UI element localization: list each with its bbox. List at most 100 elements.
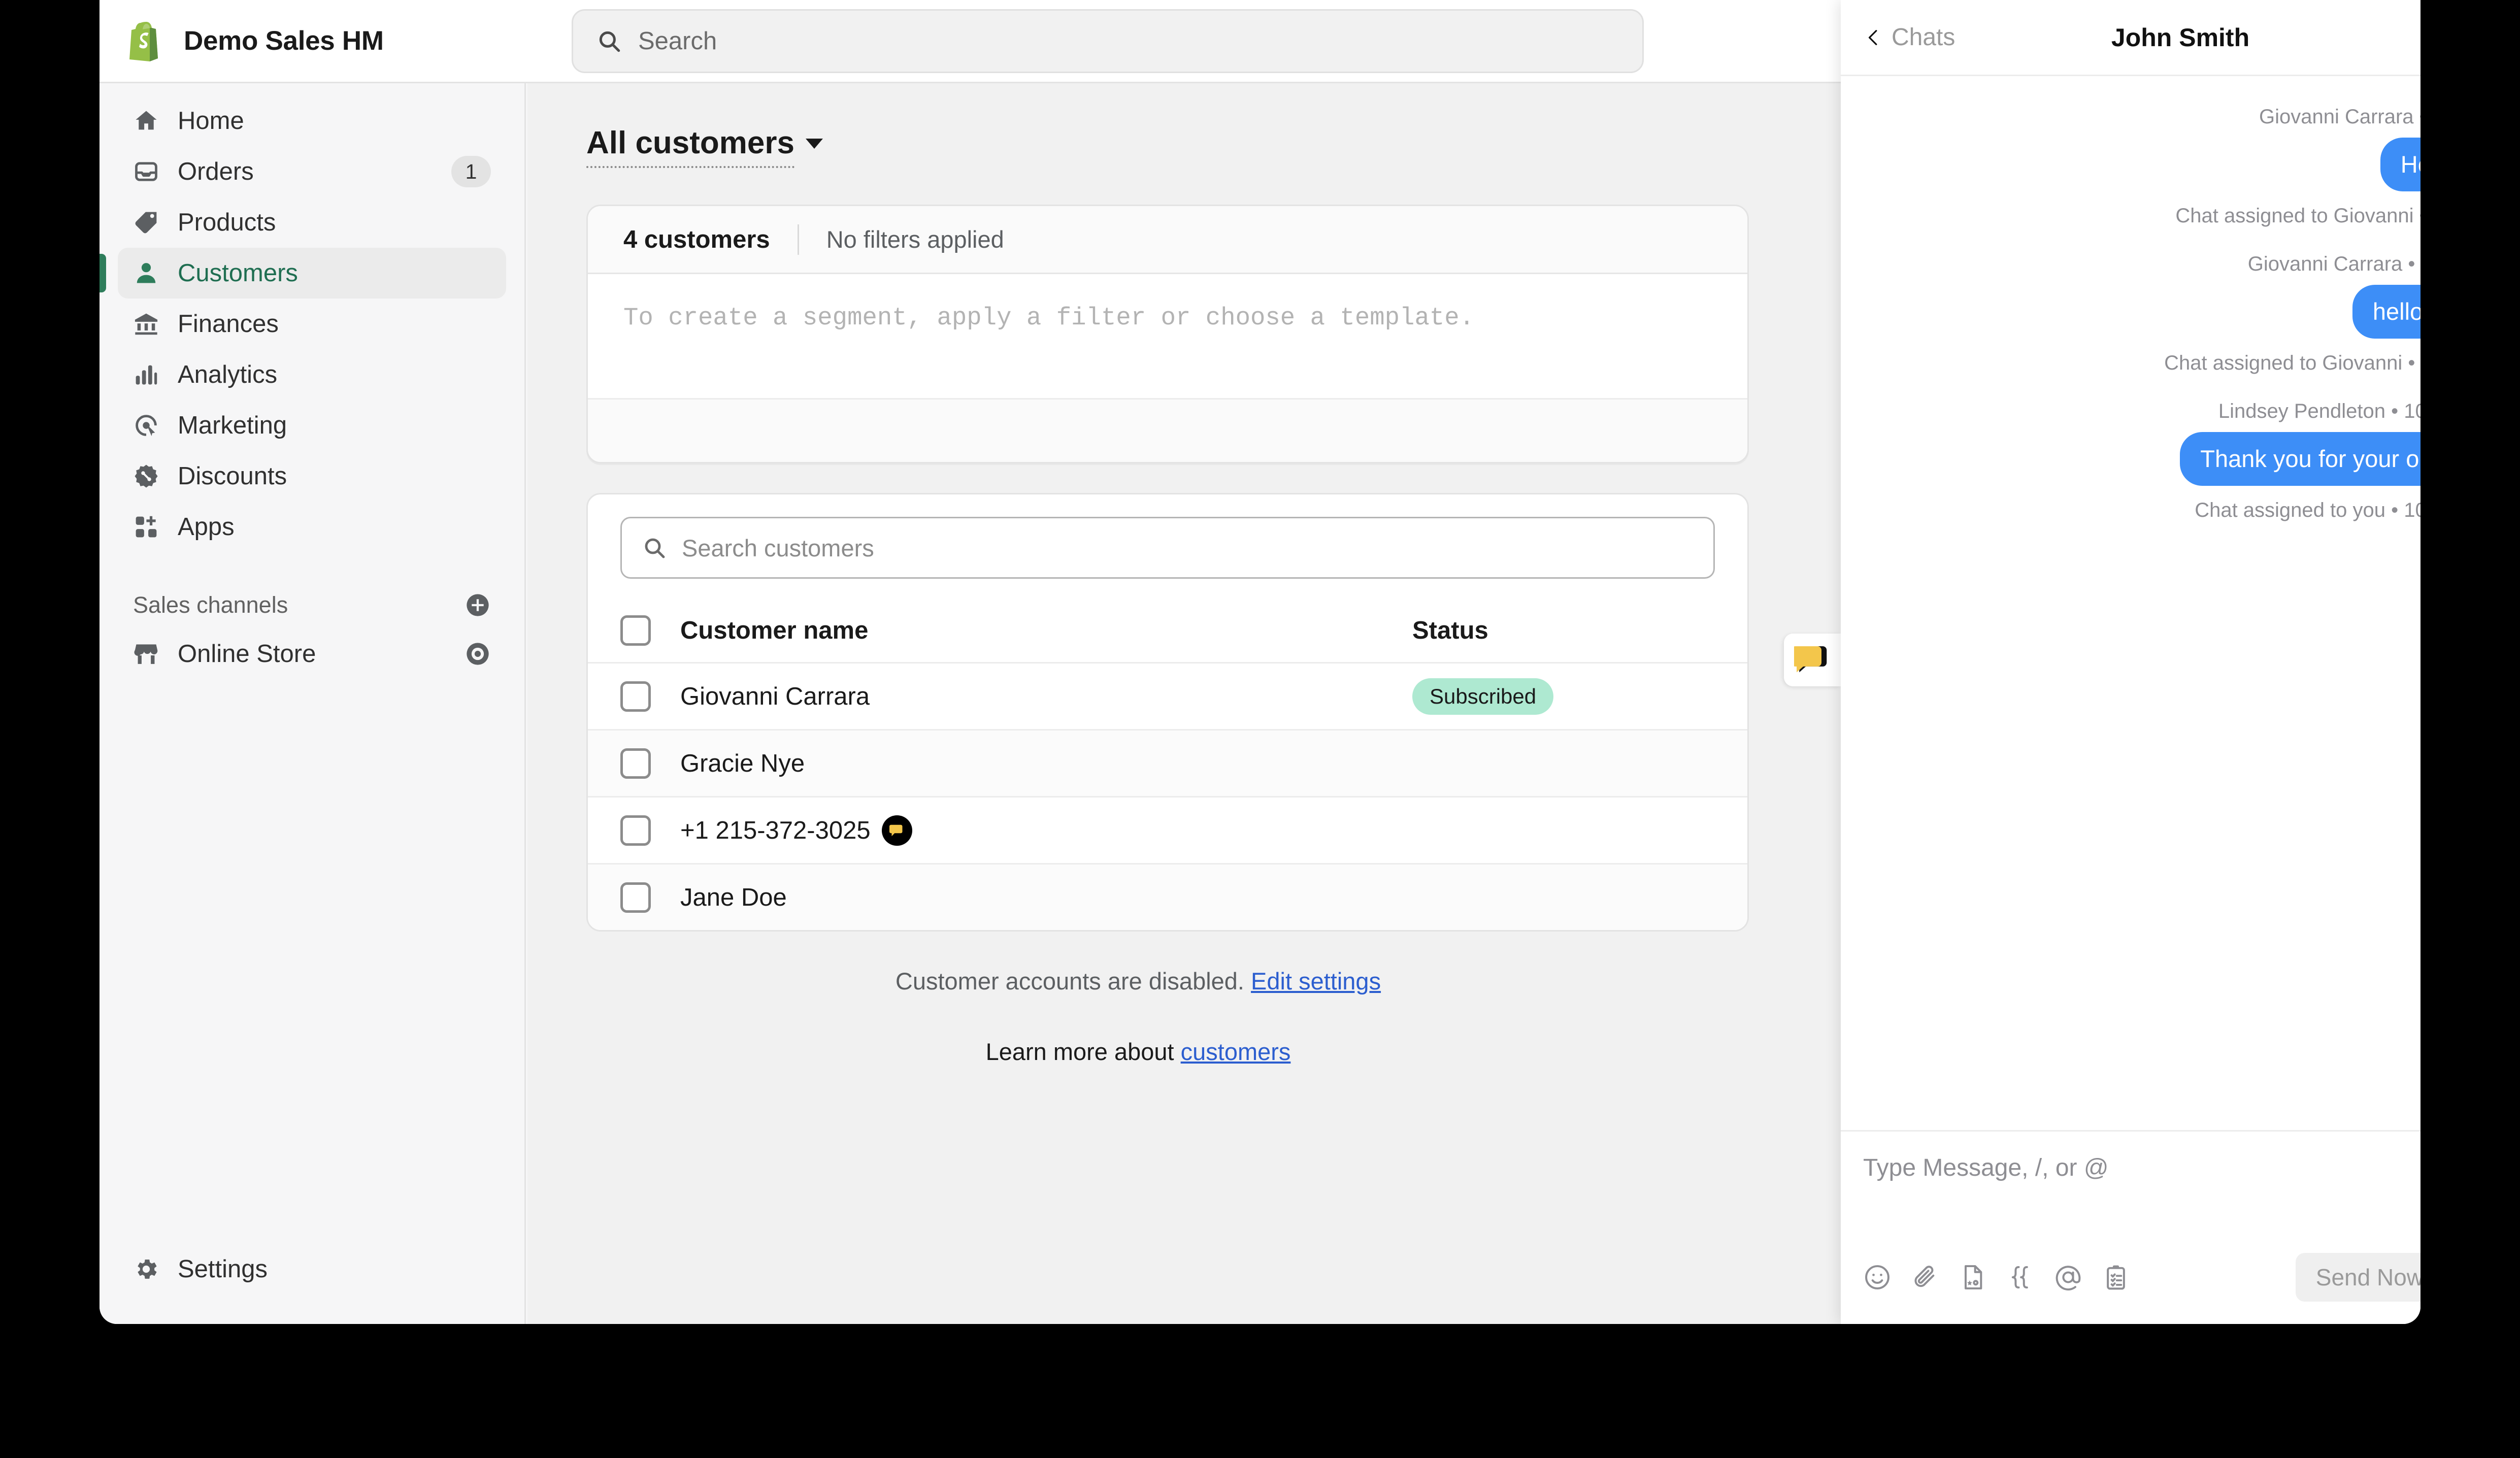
person-icon <box>133 260 159 286</box>
cell-customer-name[interactable]: Gracie Nye <box>651 749 1412 778</box>
search-icon <box>642 536 667 560</box>
chat-bubble-icon[interactable] <box>881 815 912 846</box>
orders-inbox-icon <box>133 158 159 185</box>
header-divider <box>797 224 799 255</box>
sidebar-item-label: Home <box>178 107 244 135</box>
sidebar-item-home[interactable]: Home <box>118 95 506 146</box>
storefront-icon <box>133 641 159 667</box>
chevron-down-icon[interactable] <box>806 138 823 149</box>
message-meta: Giovanni Carrara • 3/2/22 <box>2259 106 2420 128</box>
paperclip-icon[interactable] <box>1911 1263 1939 1291</box>
message-meta: Giovanni Carrara • 4/19/22 <box>2247 253 2420 276</box>
app-window: Demo Sales HM Search Home Orders 1 Produ… <box>100 0 2420 1324</box>
brand-name: Demo Sales HM <box>184 26 384 56</box>
chat-message: Giovanni Carrara • 4/19/22 hello Jon <box>1872 253 2420 339</box>
message-meta: Lindsey Pendleton • 10:10 am <box>2218 400 2420 423</box>
search-customers-placeholder: Search customers <box>682 534 874 561</box>
more-horizontal-icon[interactable] <box>2330 34 2420 41</box>
plus-circle-icon[interactable] <box>465 592 491 618</box>
table-search-wrap: Search customers <box>588 494 1747 599</box>
customer-accounts-note-text: Customer accounts are disabled. <box>895 968 1244 995</box>
chat-header: Chats John Smith <box>1841 0 2420 76</box>
shopify-bag-icon <box>127 20 164 62</box>
brand[interactable]: Demo Sales HM <box>100 20 556 62</box>
tag-icon <box>133 209 159 236</box>
sidebar-item-analytics[interactable]: Analytics <box>118 349 506 400</box>
segment-editor-placeholder: To create a segment, apply a filter or c… <box>623 304 1475 332</box>
table-row[interactable]: Jane Doe <box>588 863 1747 930</box>
cell-customer-name[interactable]: Jane Doe <box>651 883 1412 912</box>
percent-badge-icon <box>133 463 159 489</box>
eye-icon[interactable] <box>465 641 491 667</box>
survey-clipboard-icon[interactable] <box>2102 1263 2130 1291</box>
segment-card: 4 customers No filters applied To create… <box>586 205 1749 463</box>
row-checkbox[interactable] <box>620 815 651 846</box>
table-row[interactable]: Gracie Nye <box>588 729 1747 796</box>
sidebar-item-apps[interactable]: Apps <box>118 502 506 552</box>
target-cursor-icon <box>133 412 159 439</box>
sidebar-item-finances[interactable]: Finances <box>118 299 506 349</box>
sidebar-item-customers[interactable]: Customers <box>100 248 506 299</box>
sidebar-item-label: Apps <box>178 513 235 541</box>
apps-grid-plus-icon <box>133 514 159 540</box>
sidebar: Home Orders 1 Products Customers Finance… <box>100 83 526 1324</box>
customer-accounts-note: Customer accounts are disabled. Edit set… <box>527 967 1749 995</box>
row-checkbox[interactable] <box>620 882 651 913</box>
global-search-input[interactable]: Search <box>572 9 1644 73</box>
customers-doc-link[interactable]: customers <box>1181 1038 1291 1065</box>
status-badge: Subscribed <box>1412 678 1554 715</box>
chat-system-event: Chat assigned to Giovanni • 3/2/22 <box>2175 205 2420 227</box>
curly-braces-icon[interactable] <box>2006 1263 2035 1291</box>
row-checkbox[interactable] <box>620 681 651 712</box>
table-header-row: Customer name Status <box>588 599 1747 662</box>
message-bubble: Thank you for your order! <box>2180 432 2420 486</box>
home-icon <box>133 108 159 134</box>
at-mention-icon[interactable] <box>2054 1263 2082 1291</box>
segment-query-editor[interactable]: To create a segment, apply a filter or c… <box>588 274 1747 398</box>
message-input-placeholder[interactable]: Type Message, /, or @ <box>1863 1152 2109 1182</box>
column-header-status: Status <box>1412 617 1488 644</box>
emoji-icon[interactable] <box>1863 1263 1892 1291</box>
sidebar-nav: Home Orders 1 Products Customers Finance… <box>100 83 524 552</box>
row-checkbox[interactable] <box>620 748 651 779</box>
sidebar-item-label: Settings <box>178 1255 268 1283</box>
sidebar-item-marketing[interactable]: Marketing <box>118 400 506 451</box>
table-row[interactable]: +1 215-372-3025 <box>588 796 1747 863</box>
sidebar-item-products[interactable]: Products <box>118 197 506 248</box>
template-file-icon[interactable] <box>1959 1263 1987 1291</box>
chat-composer: Type Message, /, or @ 0 0 msg <box>1841 1130 2420 1324</box>
edit-settings-link[interactable]: Edit settings <box>1251 968 1381 995</box>
sidebar-item-orders[interactable]: Orders 1 <box>118 146 506 197</box>
sales-channels-title: Sales channels <box>133 592 288 618</box>
chat-message: Lindsey Pendleton • 10:10 am Thank you f… <box>1872 400 2420 486</box>
sidebar-item-label: Orders <box>178 158 254 185</box>
segment-card-header: 4 customers No filters applied <box>588 206 1747 274</box>
sidebar-item-online-store[interactable]: Online Store <box>118 628 506 679</box>
customer-count: 4 customers <box>623 225 770 253</box>
bank-icon <box>133 311 159 337</box>
customer-name-text: Giovanni Carrara <box>680 682 870 710</box>
filters-applied-label: No filters applied <box>826 226 1004 253</box>
page-title: All customers <box>586 125 795 168</box>
sidebar-item-label: Customers <box>178 259 298 287</box>
cell-customer-name[interactable]: +1 215-372-3025 <box>651 815 1412 846</box>
cell-customer-name[interactable]: Giovanni Carrara <box>651 682 1412 711</box>
back-to-chats-button[interactable]: Chats <box>1863 23 2031 51</box>
search-customers-input[interactable]: Search customers <box>620 517 1715 579</box>
chat-bubble-icon <box>1794 644 1831 676</box>
sidebar-item-discounts[interactable]: Discounts <box>118 451 506 502</box>
sidebar-item-settings[interactable]: Settings <box>118 1244 504 1295</box>
table-row[interactable]: Giovanni Carrara Subscribed <box>588 662 1747 729</box>
send-group: Send Now <box>2295 1253 2420 1302</box>
learn-more-text: Learn more about <box>985 1038 1174 1065</box>
chevron-left-icon <box>1863 26 1883 49</box>
segment-card-footer <box>588 398 1747 462</box>
column-header-customer-name: Customer name <box>680 617 869 644</box>
bar-chart-icon <box>133 361 159 388</box>
customers-table-card: Search customers Customer name Status Gi… <box>586 493 1749 932</box>
floating-chat-launcher[interactable] <box>1784 634 1841 686</box>
customer-name-text: Gracie Nye <box>680 749 805 777</box>
back-to-chats-label: Chats <box>1892 24 1955 51</box>
send-now-button[interactable]: Send Now <box>2296 1253 2420 1302</box>
select-all-checkbox[interactable] <box>620 615 651 646</box>
